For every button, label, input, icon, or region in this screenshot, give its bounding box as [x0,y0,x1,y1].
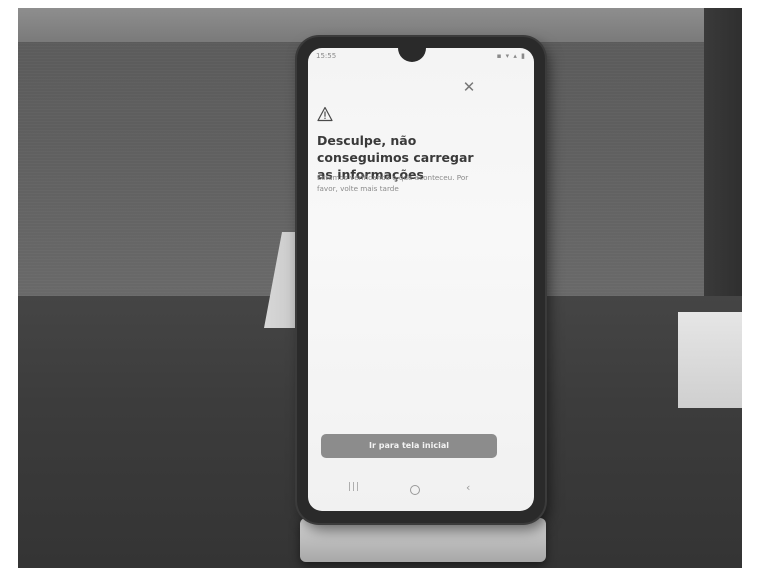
photo-scene: 15:55 ▪ ▾ ▴ ▮ ✕ Desculpe, não conseguimo… [18,8,742,568]
android-nav-bar: ||| ‹ [308,478,534,502]
recents-button[interactable]: ||| [348,482,360,492]
back-button[interactable]: ‹ [466,481,470,494]
desk-glare [678,312,742,408]
error-message: Estamos verificando o que aconteceu. Por… [317,173,469,193]
close-button[interactable]: ✕ [458,76,480,98]
smartphone: 15:55 ▪ ▾ ▴ ▮ ✕ Desculpe, não conseguimo… [297,37,545,523]
close-icon: ✕ [462,78,476,96]
status-time: 15:55 [316,52,337,60]
status-icons: ▪ ▾ ▴ ▮ [496,52,526,60]
go-to-home-button[interactable]: Ir para tela inicial [321,434,497,458]
background-panel [704,8,742,298]
phone-stand-base [300,518,546,562]
phone-screen: 15:55 ▪ ▾ ▴ ▮ ✕ Desculpe, não conseguimo… [308,48,534,511]
status-bar: 15:55 ▪ ▾ ▴ ▮ [316,52,526,64]
warning-triangle-icon [317,106,333,122]
home-button[interactable] [410,485,420,495]
